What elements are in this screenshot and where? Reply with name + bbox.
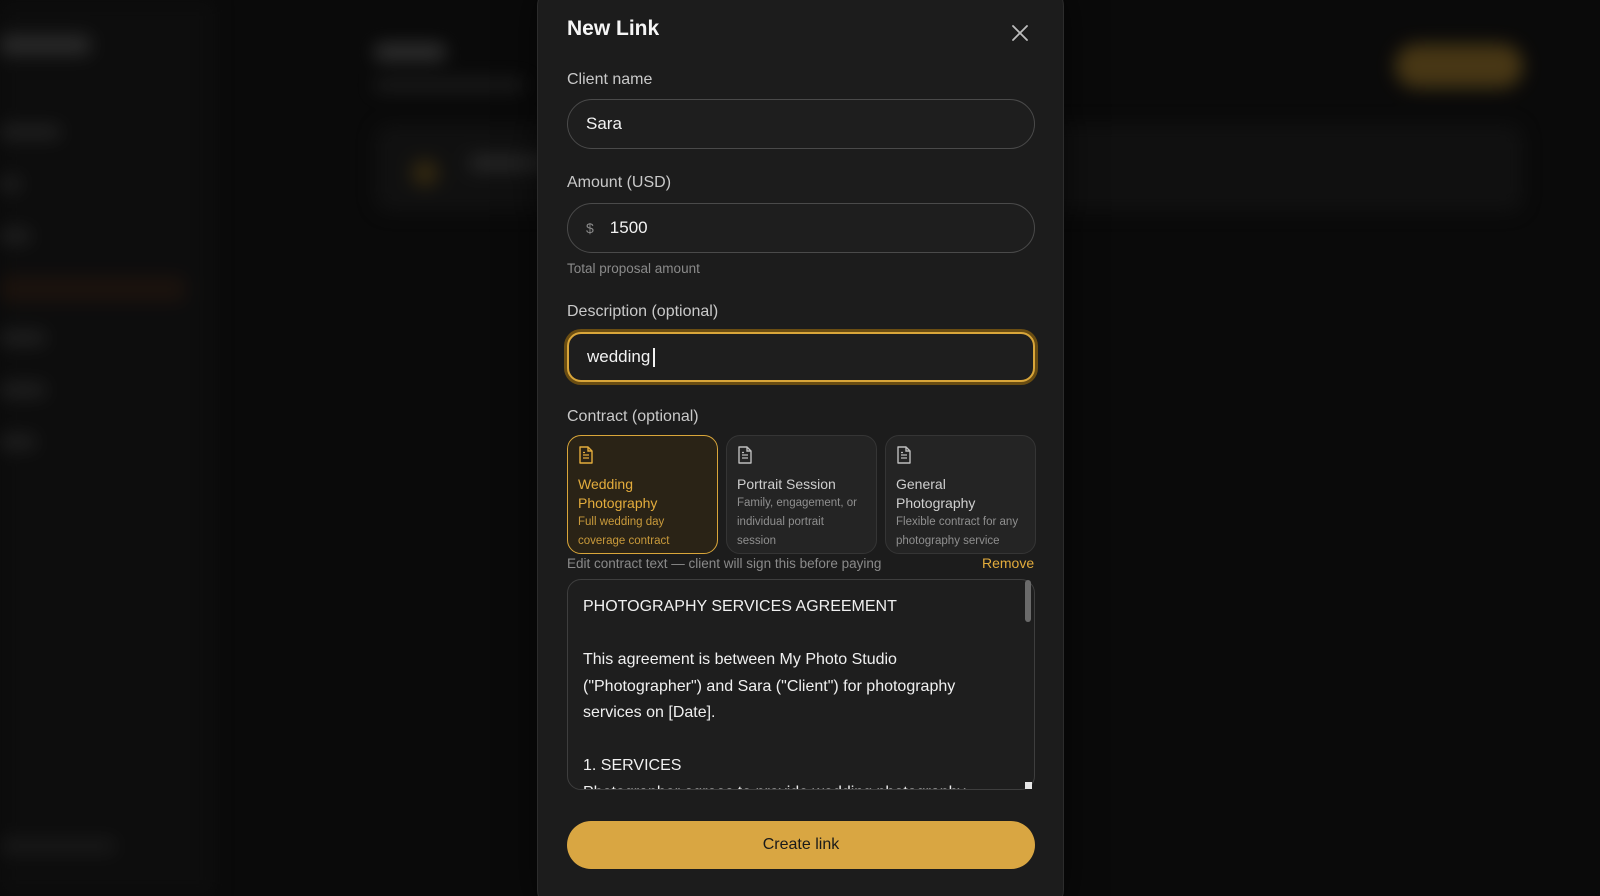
contract-label: Contract (optional) bbox=[567, 408, 699, 425]
contract-option-title: General Photography bbox=[896, 476, 976, 511]
contract-edit-hint: Edit contract text — client will sign th… bbox=[567, 556, 882, 571]
remove-contract-link[interactable]: Remove bbox=[982, 555, 1034, 571]
bg-logo bbox=[0, 36, 90, 54]
bg-primary-button bbox=[1395, 44, 1523, 88]
bg-page-subtitle bbox=[375, 80, 525, 90]
resize-handle[interactable] bbox=[1025, 782, 1032, 789]
modal-title: New Link bbox=[567, 17, 660, 40]
contract-option-title: Portrait Session bbox=[737, 476, 836, 492]
bg-bottom-item bbox=[0, 840, 115, 852]
bg-card-avatar bbox=[412, 160, 438, 186]
amount-value: 1500 bbox=[609, 218, 648, 237]
client-name-value: Sara bbox=[586, 114, 622, 133]
client-name-label: Client name bbox=[567, 71, 653, 88]
contract-option-description: Flexible contract for any photography se… bbox=[896, 516, 1019, 547]
close-icon bbox=[1012, 25, 1028, 41]
bg-nav-item bbox=[0, 178, 20, 190]
contract-text-area[interactable]: PHOTOGRAPHY SERVICES AGREEMENT This agre… bbox=[567, 579, 1035, 790]
contract-option-description: Full wedding day coverage contract bbox=[578, 516, 670, 547]
bg-nav-item-active bbox=[0, 276, 185, 302]
amount-label: Amount (USD) bbox=[567, 174, 672, 191]
description-input[interactable]: wedding bbox=[567, 332, 1035, 382]
contract-option-title: Wedding Photography bbox=[578, 476, 658, 511]
bg-nav-item bbox=[0, 436, 35, 448]
client-name-input[interactable]: Sara bbox=[567, 99, 1035, 149]
currency-symbol: $ bbox=[586, 220, 594, 236]
bg-nav-item bbox=[0, 384, 45, 396]
contract-option-portrait-session[interactable]: Portrait Session Family, engagement, or … bbox=[726, 435, 877, 554]
description-label: Description (optional) bbox=[567, 303, 719, 320]
contract-scrollbar[interactable] bbox=[1025, 580, 1031, 622]
new-link-modal: New Link Client name Sara Amount (USD) $… bbox=[537, 0, 1064, 896]
bg-nav-item bbox=[0, 126, 60, 138]
create-link-button[interactable]: Create link bbox=[567, 821, 1035, 869]
bg-page-title bbox=[375, 44, 445, 60]
contract-option-general-photography[interactable]: General Photography Flexible contract fo… bbox=[885, 435, 1036, 554]
amount-input[interactable]: $ 1500 bbox=[567, 203, 1035, 253]
contract-option-wedding-photography[interactable]: Wedding Photography Full wedding day cov… bbox=[567, 435, 718, 554]
document-icon bbox=[897, 446, 911, 464]
text-caret bbox=[653, 347, 656, 367]
description-value: wedding bbox=[587, 347, 651, 366]
amount-hint: Total proposal amount bbox=[567, 261, 700, 276]
document-icon bbox=[579, 446, 593, 464]
contract-option-description: Family, engagement, or individual portra… bbox=[737, 497, 857, 547]
bg-nav-item bbox=[0, 230, 30, 242]
close-button[interactable] bbox=[1006, 19, 1034, 47]
bg-sidebar bbox=[0, 0, 215, 896]
bg-nav-item bbox=[0, 332, 45, 344]
document-icon bbox=[738, 446, 752, 464]
